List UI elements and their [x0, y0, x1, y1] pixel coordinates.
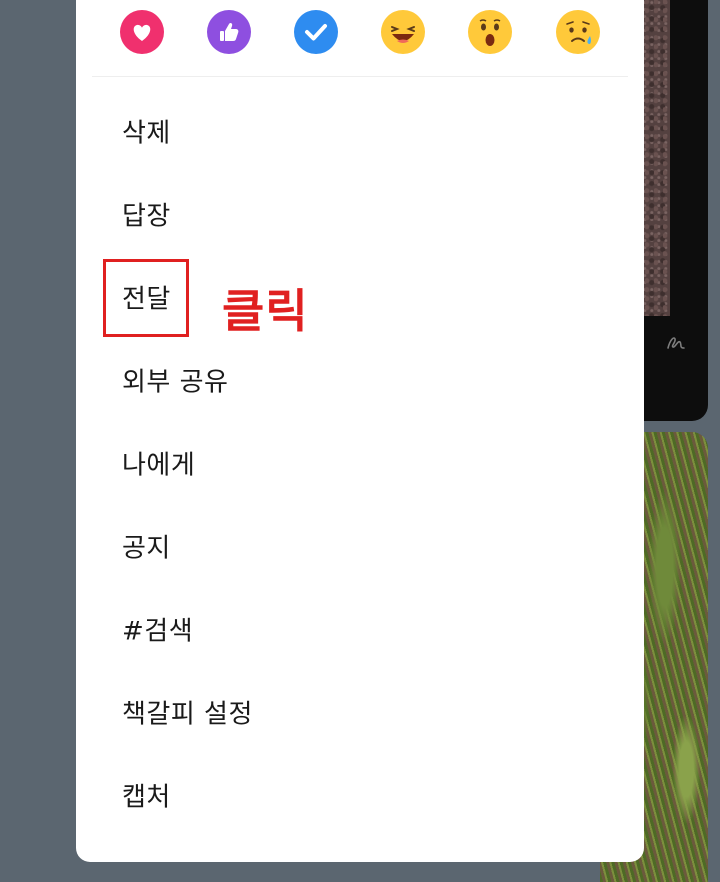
laughing-emoji-icon[interactable]: [381, 10, 425, 54]
click-annotation: 클릭: [222, 284, 309, 338]
reaction-bar: [76, 0, 644, 76]
menu-item-capture[interactable]: 캡처: [76, 754, 644, 836]
heart-reaction-icon[interactable]: [120, 10, 164, 54]
highlight-box: [103, 259, 189, 337]
sad-emoji-icon[interactable]: [556, 10, 600, 54]
menu-item-search[interactable]: #검색: [76, 588, 644, 670]
menu-item-bookmark[interactable]: 책갈피 설정: [76, 671, 644, 753]
surprised-emoji-icon[interactable]: [468, 10, 512, 54]
check-reaction-icon[interactable]: [294, 10, 338, 54]
menu-item-delete[interactable]: 삭제: [76, 90, 644, 172]
menu-item-notice[interactable]: 공지: [76, 505, 644, 587]
menu-item-external-share[interactable]: 외부 공유: [76, 339, 644, 421]
message-context-menu: 삭제 답장 전달 외부 공유 나에게 공지 #검색 책갈피 설정 캡처: [76, 0, 644, 862]
thumbs-up-reaction-icon[interactable]: [207, 10, 251, 54]
menu-item-reply[interactable]: 답장: [76, 173, 644, 255]
menu-item-to-me[interactable]: 나에게: [76, 422, 644, 504]
draw-icon[interactable]: [664, 330, 688, 354]
menu-divider: [92, 76, 628, 77]
